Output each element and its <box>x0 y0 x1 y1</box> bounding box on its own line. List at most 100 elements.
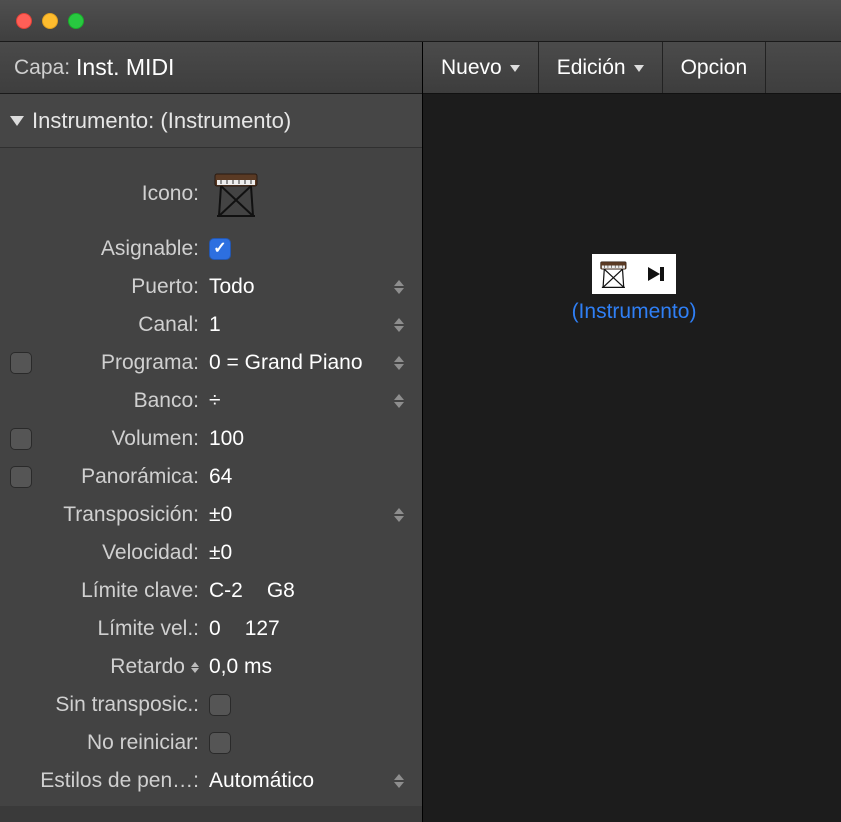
param-row-banco: Banco: ÷ <box>10 382 412 420</box>
toolbar-opcion-button[interactable]: Opcion <box>663 42 767 93</box>
param-label: Banco: <box>34 389 209 413</box>
param-row-transposicion: Transposición: ±0 <box>10 496 412 534</box>
param-value-lo[interactable]: 0 <box>209 617 221 641</box>
window-titlebar <box>0 0 841 42</box>
button-label: Opcion <box>681 56 748 80</box>
param-value: ÷ <box>209 389 221 413</box>
traffic-light-close[interactable] <box>16 13 32 29</box>
output-plug-icon[interactable] <box>634 256 674 292</box>
canal-popup[interactable]: 1 <box>209 313 412 337</box>
param-row-limite-clave: Límite clave: C-2 G8 <box>10 572 412 610</box>
param-row-limite-vel: Límite vel.: 0 127 <box>10 610 412 648</box>
synth-icon <box>209 166 265 222</box>
velocidad-field[interactable]: ±0 <box>209 541 412 565</box>
layer-label: Capa: <box>14 56 70 80</box>
param-row-volumen: Volumen: 100 <box>10 420 412 458</box>
stepper-icon[interactable] <box>191 662 199 673</box>
section-header[interactable]: Instrumento: (Instrumento) <box>0 94 422 148</box>
param-label: Velocidad: <box>34 541 209 565</box>
param-label: Asignable: <box>34 237 209 261</box>
param-label: Volumen: <box>34 427 209 451</box>
volumen-field[interactable]: 100 <box>209 427 412 451</box>
param-value: 100 <box>209 427 244 451</box>
inspector-panel: Capa: Inst. MIDI Instrumento: (Instrumen… <box>0 42 422 822</box>
param-value: ±0 <box>209 541 232 565</box>
no-reiniciar-checkbox[interactable] <box>209 732 231 754</box>
estilos-popup[interactable]: Automático <box>209 769 412 793</box>
param-row-no-reiniciar: No reiniciar: <box>10 724 412 762</box>
param-label: Estilos de pen…: <box>34 769 209 793</box>
param-value-hi[interactable]: 127 <box>245 617 280 641</box>
param-label: No reiniciar: <box>34 731 209 755</box>
param-value-hi[interactable]: G8 <box>267 579 295 603</box>
param-row-velocidad: Velocidad: ±0 <box>10 534 412 572</box>
param-row-icono: Icono: <box>10 158 412 230</box>
panoramica-field[interactable]: 64 <box>209 465 412 489</box>
param-label: Icono: <box>34 182 209 206</box>
traffic-light-minimize[interactable] <box>42 13 58 29</box>
param-label[interactable]: Retardo <box>34 655 209 679</box>
object-icon-strip <box>592 254 676 294</box>
chevron-down-icon <box>634 65 644 72</box>
stepper-icon[interactable] <box>394 769 408 793</box>
param-label: Programa: <box>34 351 209 375</box>
param-label: Puerto: <box>34 275 209 299</box>
param-value: 1 <box>209 313 221 337</box>
object-label[interactable]: (Instrumento) <box>572 300 697 324</box>
param-row-puerto: Puerto: Todo <box>10 268 412 306</box>
param-row-panoramica: Panorámica: 64 <box>10 458 412 496</box>
param-value: 0,0 ms <box>209 655 272 679</box>
stepper-icon[interactable] <box>394 503 408 527</box>
param-label: Panorámica: <box>34 465 209 489</box>
puerto-popup[interactable]: Todo <box>209 275 412 299</box>
environment-canvas[interactable]: (Instrumento) <box>423 94 841 822</box>
transposicion-popup[interactable]: ±0 <box>209 503 412 527</box>
disclosure-triangle-icon[interactable] <box>10 116 24 126</box>
retardo-label-text: Retardo <box>110 655 185 679</box>
retardo-field[interactable]: 0,0 ms <box>209 655 412 679</box>
param-value: ±0 <box>209 503 232 527</box>
param-row-asignable: Asignable: <box>10 230 412 268</box>
param-row-sin-transposic: Sin transposic.: <box>10 686 412 724</box>
sin-transposic-checkbox[interactable] <box>209 694 231 716</box>
limite-clave-fields[interactable]: C-2 G8 <box>209 579 412 603</box>
synth-icon <box>594 256 634 292</box>
icon-well[interactable] <box>209 166 412 222</box>
param-label: Límite clave: <box>34 579 209 603</box>
programa-checkbox[interactable] <box>10 352 32 374</box>
environment-toolbar: Nuevo Edición Opcion <box>423 42 841 94</box>
asignable-checkbox[interactable] <box>209 238 231 260</box>
param-label: Canal: <box>34 313 209 337</box>
stepper-icon[interactable] <box>394 351 408 375</box>
button-label: Edición <box>557 56 626 80</box>
limite-vel-fields[interactable]: 0 127 <box>209 617 412 641</box>
param-label: Transposición: <box>34 503 209 527</box>
param-value-lo[interactable]: C-2 <box>209 579 243 603</box>
stepper-icon[interactable] <box>394 389 408 413</box>
stepper-icon[interactable] <box>394 313 408 337</box>
param-value: 0 = Grand Piano <box>209 351 363 375</box>
panoramica-checkbox[interactable] <box>10 466 32 488</box>
param-row-retardo: Retardo 0,0 ms <box>10 648 412 686</box>
param-label: Sin transposic.: <box>34 693 209 717</box>
param-value: 64 <box>209 465 232 489</box>
param-label: Límite vel.: <box>34 617 209 641</box>
parameters-list: Icono: <box>0 148 422 806</box>
layer-bar[interactable]: Capa: Inst. MIDI <box>0 42 422 94</box>
environment-object-instrument[interactable]: (Instrumento) <box>569 254 699 324</box>
param-value: Todo <box>209 275 255 299</box>
toolbar-nuevo-button[interactable]: Nuevo <box>423 42 539 93</box>
button-label: Nuevo <box>441 56 502 80</box>
programa-popup[interactable]: 0 = Grand Piano <box>209 351 412 375</box>
section-title: Instrumento: (Instrumento) <box>32 108 291 134</box>
param-row-canal: Canal: 1 <box>10 306 412 344</box>
environment-panel: Nuevo Edición Opcion <box>422 42 841 822</box>
param-row-estilos: Estilos de pen…: Automático <box>10 762 412 800</box>
traffic-light-zoom[interactable] <box>68 13 84 29</box>
stepper-icon[interactable] <box>394 275 408 299</box>
param-row-programa: Programa: 0 = Grand Piano <box>10 344 412 382</box>
volumen-checkbox[interactable] <box>10 428 32 450</box>
banco-popup[interactable]: ÷ <box>209 389 412 413</box>
toolbar-edicion-button[interactable]: Edición <box>539 42 663 93</box>
layer-value: Inst. MIDI <box>76 54 174 81</box>
